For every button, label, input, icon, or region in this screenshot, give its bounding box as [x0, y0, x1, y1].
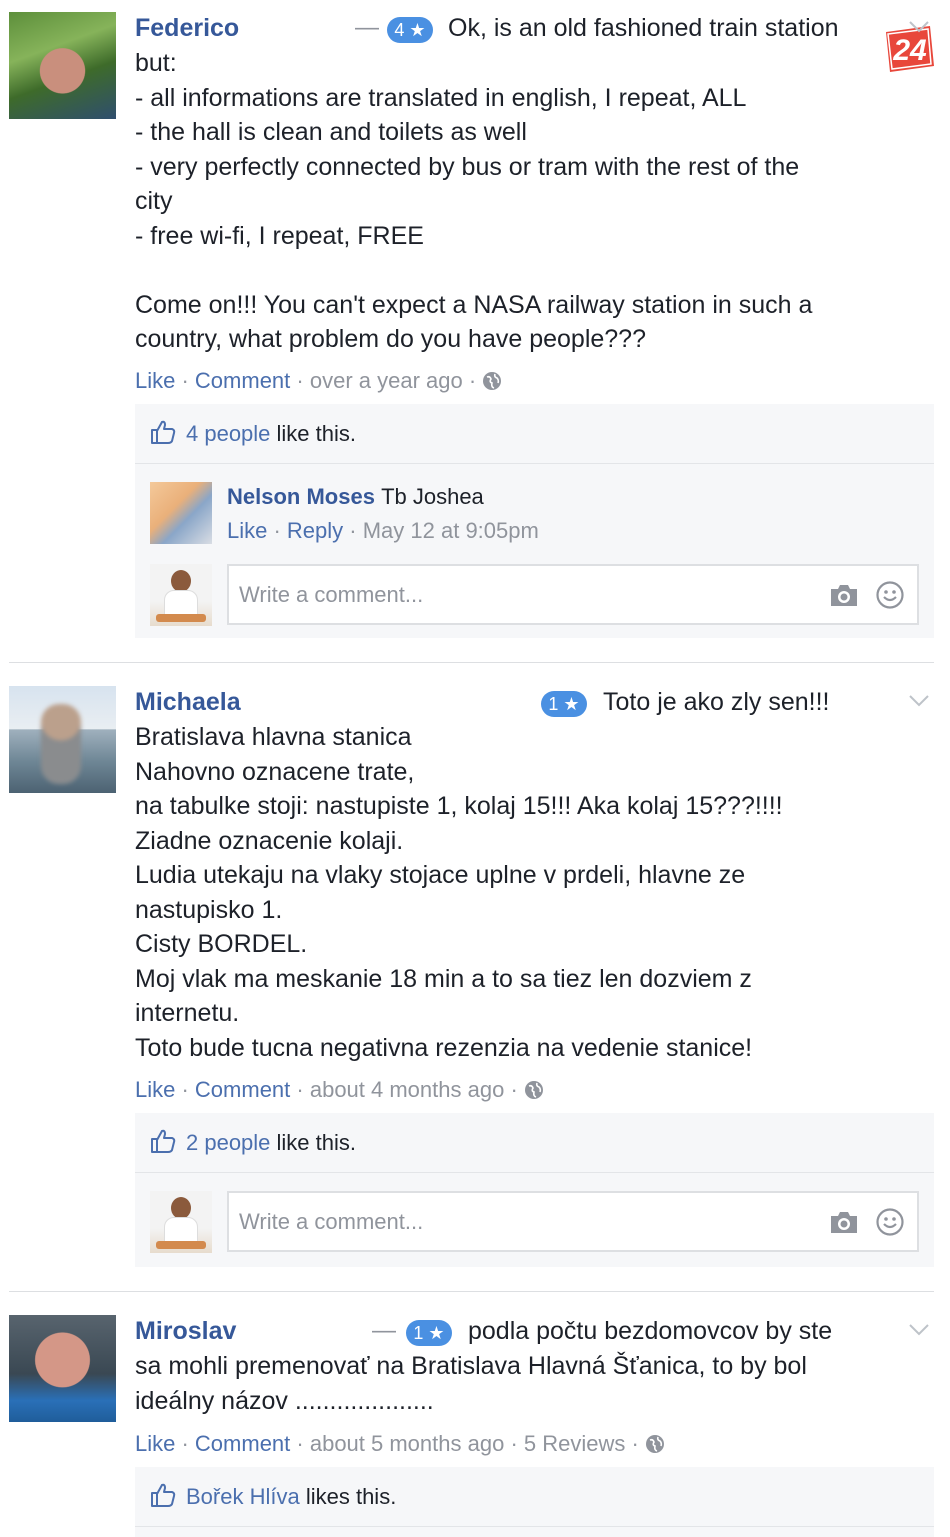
- review-actions: Like · Comment · over a year ago ·: [135, 368, 502, 394]
- comment-input-box[interactable]: [227, 1191, 919, 1252]
- review-body: sa mohli premenovať na Bratislava Hlavná…: [135, 1352, 807, 1415]
- reviews-count-link[interactable]: 5 Reviews: [524, 1431, 625, 1456]
- review-actions: Like · Comment · about 4 months ago ·: [135, 1077, 544, 1103]
- divider: [9, 662, 934, 663]
- comment-input[interactable]: [239, 1207, 799, 1237]
- globe-icon: [524, 1080, 544, 1100]
- dot-separator: ·: [175, 1431, 195, 1456]
- divider: [9, 1291, 934, 1292]
- timestamp[interactable]: over a year ago: [310, 368, 463, 393]
- like-link[interactable]: Like: [227, 518, 267, 543]
- likers-link[interactable]: Bořek Hlíva: [186, 1484, 300, 1509]
- logo-text: 24: [892, 34, 927, 67]
- author-name[interactable]: Federico: [135, 14, 239, 43]
- comment-composer: [135, 1183, 934, 1259]
- reply-item: Nelson Moses Tb Joshea Like · Reply · Ma…: [135, 466, 934, 556]
- emoji-icon[interactable]: [875, 1207, 905, 1237]
- avatar[interactable]: [150, 1191, 212, 1253]
- reply-author[interactable]: Nelson Moses: [227, 484, 375, 509]
- thumbs-up-icon: [149, 1127, 177, 1155]
- chevron-down-icon[interactable]: [908, 20, 930, 34]
- comment-input[interactable]: [239, 580, 799, 610]
- globe-icon: [482, 371, 502, 391]
- avatar[interactable]: [150, 564, 212, 626]
- camera-icon[interactable]: [829, 582, 859, 608]
- thumbs-up-icon: [149, 418, 177, 446]
- comment-link[interactable]: Comment: [195, 1431, 290, 1456]
- comment-link[interactable]: Comment: [195, 1077, 290, 1102]
- avatar[interactable]: [9, 12, 116, 119]
- avatar[interactable]: [9, 686, 116, 793]
- separator-dash: —: [355, 14, 379, 41]
- globe-icon: [645, 1434, 665, 1454]
- reply-text: Tb Joshea: [381, 484, 484, 509]
- review-first-line: Ok, is an old fashioned train station: [448, 14, 839, 42]
- timestamp[interactable]: about 4 months ago: [310, 1077, 504, 1102]
- dot-separator: ·: [290, 368, 310, 393]
- likes-summary: 2 people like this.: [135, 1113, 934, 1173]
- dot-separator: ·: [462, 368, 483, 393]
- likers-link[interactable]: 4 people: [186, 421, 270, 446]
- redacted-surname: [250, 17, 350, 43]
- dot-separator: ·: [343, 518, 363, 543]
- comments-panel: 2 people like this.: [135, 1113, 934, 1267]
- review-first-line: podla počtu bezdomovcov by ste: [468, 1317, 833, 1345]
- likes-suffix: like this.: [270, 1130, 357, 1155]
- separator-dash: —: [372, 1317, 396, 1344]
- timestamp[interactable]: about 5 months ago: [310, 1431, 504, 1456]
- thumbs-up-icon: [149, 1481, 177, 1509]
- likes-summary: 4 people like this.: [135, 404, 934, 464]
- dot-separator: ·: [175, 368, 195, 393]
- reply-link[interactable]: Reply: [287, 518, 343, 543]
- camera-icon[interactable]: [829, 1209, 859, 1235]
- emoji-icon[interactable]: [875, 580, 905, 610]
- review-body: but: - all informations are translated i…: [135, 49, 813, 353]
- like-link[interactable]: Like: [135, 368, 175, 393]
- rating-badge: 1 ★: [406, 1320, 452, 1346]
- review-first-line: Toto je ako zly sen!!!: [603, 688, 830, 716]
- comments-panel: Bořek Hlíva likes this.: [135, 1467, 934, 1537]
- dot-separator: ·: [290, 1431, 310, 1456]
- dot-separator: ·: [267, 518, 287, 543]
- avatar[interactable]: [150, 482, 212, 544]
- rating-badge: 1 ★: [541, 691, 587, 717]
- dot-separator: ·: [625, 1431, 645, 1456]
- author-name[interactable]: Miroslav: [135, 1317, 236, 1346]
- avatar[interactable]: [9, 1315, 116, 1422]
- review-body: Bratislava hlavna stanica Nahovno oznace…: [135, 723, 783, 1062]
- review-actions: Like · Comment · about 5 months ago · 5 …: [135, 1431, 665, 1457]
- like-link[interactable]: Like: [135, 1077, 175, 1102]
- rating-badge: 4 ★: [387, 17, 433, 43]
- dot-separator: ·: [290, 1077, 310, 1102]
- reply-actions: Like · Reply · May 12 at 9:05pm: [227, 518, 539, 544]
- author-name[interactable]: Michaela: [135, 688, 241, 717]
- likes-summary: Bořek Hlíva likes this.: [135, 1467, 934, 1527]
- chevron-down-icon[interactable]: [908, 1323, 930, 1337]
- dot-separator: ·: [504, 1077, 524, 1102]
- dot-separator: ·: [175, 1077, 195, 1102]
- comment-link[interactable]: Comment: [195, 368, 290, 393]
- likers-link[interactable]: 2 people: [186, 1130, 270, 1155]
- comment-composer: [135, 556, 934, 632]
- comments-panel: 4 people like this. Nelson Moses Tb Josh…: [135, 404, 934, 638]
- redacted-surname: [256, 1320, 366, 1346]
- likes-suffix: likes this.: [299, 1484, 397, 1509]
- timestamp[interactable]: May 12 at 9:05pm: [363, 518, 539, 543]
- likes-suffix: like this.: [270, 421, 357, 446]
- dot-separator: ·: [504, 1431, 524, 1456]
- comment-input-box[interactable]: [227, 564, 919, 625]
- like-link[interactable]: Like: [135, 1431, 175, 1456]
- chevron-down-icon[interactable]: [908, 694, 930, 708]
